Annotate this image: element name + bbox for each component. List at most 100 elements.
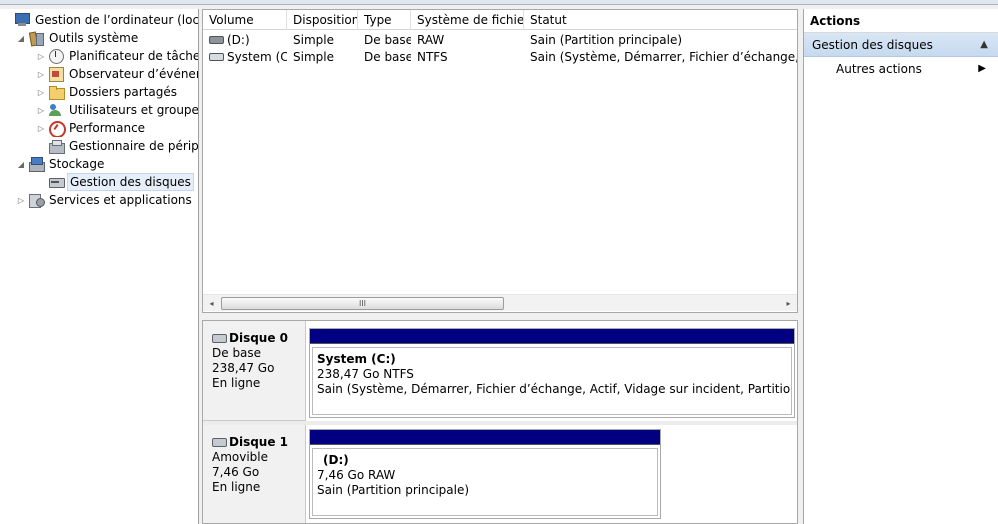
users-icon (48, 102, 64, 118)
disk-icon (212, 438, 227, 447)
collapse-arrow-icon[interactable]: ◢ (16, 34, 26, 43)
column-header-filesystem[interactable]: Système de fichiers (411, 10, 524, 30)
scroll-left-icon[interactable]: ◂ (203, 295, 220, 312)
computer-icon (14, 12, 30, 28)
type-cell: De base (364, 32, 411, 47)
tree-item-system-tools[interactable]: ◢ Outils système (16, 29, 140, 47)
disk-graphical-view: Disque 0 De base 238,47 Go En ligne Syst… (202, 320, 798, 524)
column-header-type[interactable]: Type (358, 10, 411, 30)
disk-info[interactable]: Disque 1 Amovible 7,46 Go En ligne (203, 425, 306, 523)
expand-arrow-icon[interactable]: ▷ (36, 88, 46, 97)
layout-cell: Simple (293, 49, 334, 64)
tree-item-label: Outils système (49, 31, 139, 45)
tree-item-users-groups[interactable]: ▷ Utilisateurs et groupes l (36, 101, 199, 119)
partition-bar (310, 430, 660, 445)
volume-list-header: Volume Disposition Type Système de fichi… (203, 10, 797, 30)
filesystem-cell: NTFS (417, 49, 448, 64)
disk-row: Disque 0 De base 238,47 Go En ligne Syst… (203, 321, 797, 421)
partition-title: (D:) (323, 453, 349, 467)
disk-kind: De base (212, 346, 262, 360)
partition-status: Sain (Partition principale) (317, 483, 470, 497)
tree-item-storage[interactable]: ◢ Stockage (16, 155, 106, 173)
volume-cell: (D:) (203, 33, 287, 47)
expand-arrow-icon[interactable]: ▷ (16, 196, 26, 205)
partition-block[interactable]: System (C:) 238,47 Go NTFS Sain (Système… (309, 328, 795, 418)
expand-arrow-icon[interactable]: ▷ (36, 52, 46, 61)
storage-icon (28, 156, 45, 172)
services-icon (28, 192, 45, 208)
expand-arrow-icon[interactable]: ▷ (36, 106, 46, 115)
tree-item-label: Gestionnaire de périphé (69, 139, 199, 153)
tree-item-label: Services et applications (49, 193, 192, 207)
disk-info[interactable]: Disque 0 De base 238,47 Go En ligne (203, 321, 306, 421)
more-actions-item[interactable]: Autres actions ▶ (804, 57, 998, 81)
actions-pane: Actions Gestion des disques ▲ Autres act… (803, 9, 998, 524)
tree-item-label: Utilisateurs et groupes l (69, 103, 199, 117)
tree-item-services-apps[interactable]: ▷ Services et applications (16, 191, 194, 209)
status-cell: Sain (Partition principale) (530, 32, 683, 47)
expand-arrow-icon[interactable]: ▷ (36, 70, 46, 79)
actions-section-label: Gestion des disques (812, 38, 933, 52)
more-actions-label: Autres actions (836, 62, 922, 76)
status-cell: Sain (Système, Démarrer, Fichier d’échan… (530, 49, 798, 64)
drive-icon (209, 53, 224, 61)
disk-name: Disque 0 (229, 331, 289, 345)
partition-size: 7,46 Go RAW (317, 468, 396, 482)
scroll-right-icon[interactable]: ▸ (780, 295, 797, 312)
disk-row: Disque 1 Amovible 7,46 Go En ligne (D:) … (203, 425, 797, 523)
performance-icon (48, 120, 66, 137)
disk-size: 7,46 Go (212, 465, 260, 479)
disk-size: 238,47 Go (212, 361, 275, 375)
filesystem-cell: RAW (417, 32, 445, 47)
type-cell: De base (364, 49, 411, 64)
submenu-arrow-icon: ▶ (978, 63, 986, 74)
tree-item-label: Dossiers partagés (69, 85, 178, 99)
actions-section-header[interactable]: Gestion des disques ▲ (804, 33, 998, 57)
disk-state: En ligne (212, 376, 261, 390)
drive-icon (209, 36, 224, 44)
disk-icon (212, 334, 227, 343)
tools-icon (28, 30, 44, 46)
volume-cell: System (C:) (203, 50, 287, 64)
tree-item-label: Gestion de l’ordinateur (local) (35, 13, 199, 27)
tree-item-label: Stockage (49, 157, 105, 171)
tree-item-label: Planificateur de tâches (69, 49, 199, 63)
layout-cell: Simple (293, 32, 334, 47)
tree-item-label: Performance (69, 121, 146, 135)
tree-item-root[interactable]: Gestion de l’ordinateur (local) (12, 11, 199, 29)
tree-item-label: Gestion des disques (67, 173, 194, 191)
collapse-arrow-icon[interactable]: ◢ (16, 160, 26, 169)
device-manager-icon (48, 138, 65, 154)
column-header-layout[interactable]: Disposition (287, 10, 358, 30)
partition-bar (310, 329, 794, 344)
disk-icon (48, 174, 65, 190)
tree-item-disk-management[interactable]: Gestion des disques (36, 173, 194, 191)
expand-arrow-icon[interactable]: ▷ (36, 124, 46, 133)
toolbar-strip (0, 0, 998, 5)
actions-title: Actions (804, 9, 998, 33)
tree-item-device-manager[interactable]: Gestionnaire de périphé (36, 137, 199, 155)
clock-icon (48, 48, 64, 64)
disk-kind: Amovible (212, 450, 269, 464)
column-header-volume[interactable]: Volume (203, 10, 287, 30)
disk-name: Disque 1 (229, 435, 289, 449)
tree-item-event-viewer[interactable]: ▷ Observateur d’événeme (36, 65, 198, 83)
tree-item-label: Observateur d’événeme (69, 67, 198, 81)
tree-item-performance[interactable]: ▷ Performance (36, 119, 147, 137)
column-header-status[interactable]: Statut (524, 10, 797, 30)
partition-status: Sain (Système, Démarrer, Fichier d’échan… (317, 382, 791, 396)
volume-row[interactable]: (D:) Simple De base RAW Sain (Partition … (203, 31, 797, 48)
console-tree: Gestion de l’ordinateur (local) ◢ Outils… (0, 9, 199, 524)
partition-block[interactable]: (D:) 7,46 Go RAW Sain (Partition princip… (309, 429, 661, 519)
volume-row[interactable]: System (C:) Simple De base NTFS Sain (Sy… (203, 48, 798, 65)
scrollbar-thumb[interactable]: III (221, 297, 504, 310)
partition-title: System (C:) (317, 352, 396, 366)
disk-state: En ligne (212, 480, 261, 494)
tree-item-shared-folders[interactable]: ▷ Dossiers partagés (36, 83, 179, 101)
horizontal-scrollbar[interactable]: ◂ III ▸ (203, 294, 797, 312)
tree-item-task-scheduler[interactable]: ▷ Planificateur de tâches (36, 47, 199, 65)
volume-list: Volume Disposition Type Système de fichi… (202, 9, 798, 313)
partition-size: 238,47 Go NTFS (317, 367, 414, 381)
event-viewer-icon (48, 66, 64, 82)
collapse-up-icon[interactable]: ▲ (980, 33, 988, 57)
